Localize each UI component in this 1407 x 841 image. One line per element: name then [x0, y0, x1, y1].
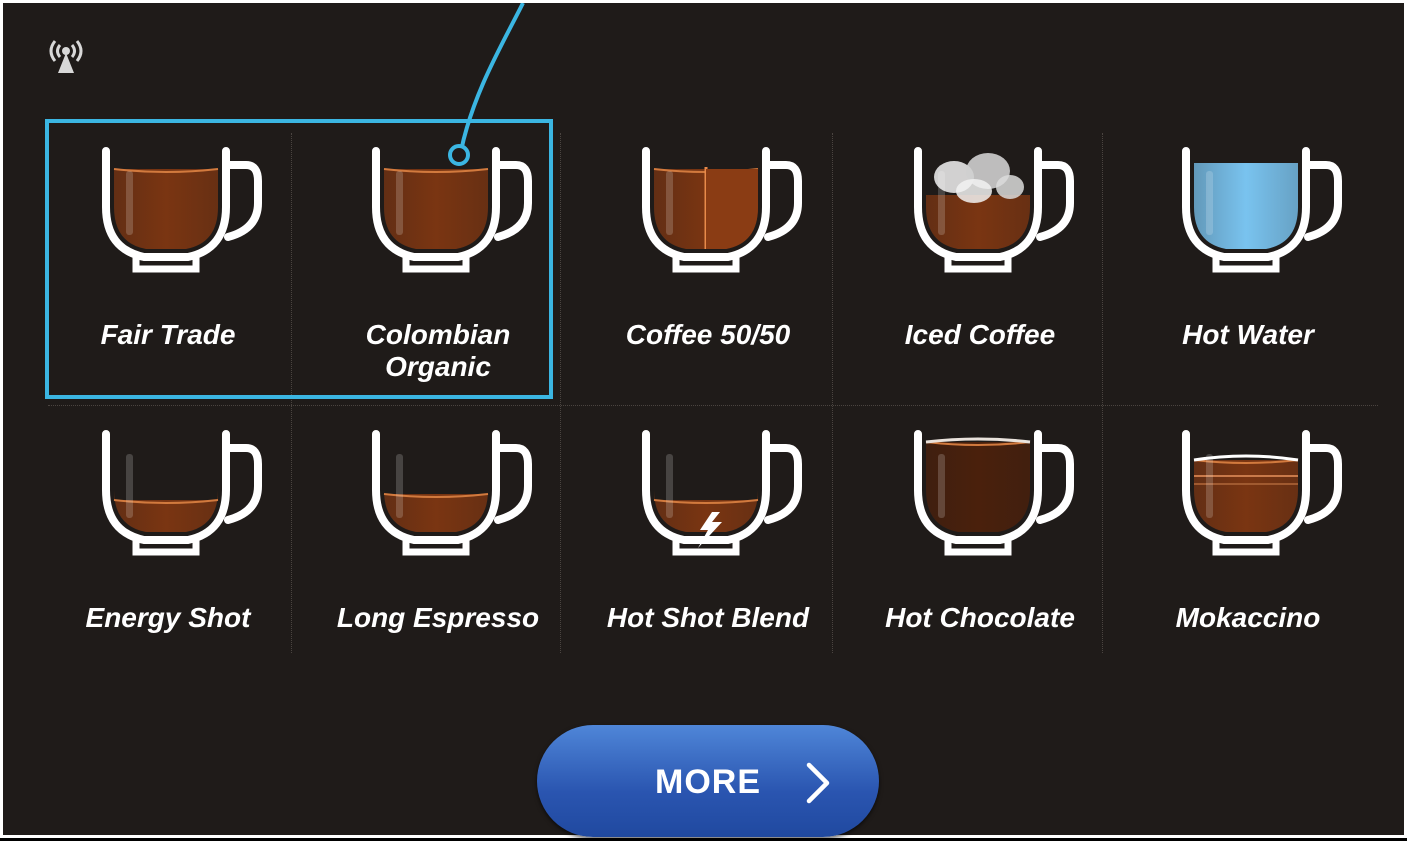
drink-tile-hot-shot-blend[interactable]: Hot Shot Blend	[588, 406, 854, 681]
drink-tile-mokaccino[interactable]: Mokaccino	[1128, 406, 1394, 681]
coffee-cup-icon	[1182, 147, 1342, 273]
drink-tile-energy-shot[interactable]: Energy Shot	[48, 406, 314, 681]
drink-tile-long-espresso[interactable]: Long Espresso	[318, 406, 584, 681]
drink-label: Long Espresso	[336, 602, 540, 633]
drink-label: Hot Water	[1182, 319, 1314, 350]
drink-tile-iced-coffee[interactable]: Iced Coffee	[860, 123, 1126, 398]
chevron-right-icon	[806, 762, 830, 804]
coffee-cup-icon	[642, 430, 802, 556]
coffee-cup-icon	[102, 430, 262, 556]
coffee-cup-icon	[642, 147, 802, 273]
drink-label: Hot Shot Blend	[606, 602, 810, 633]
coffee-cup-icon	[914, 430, 1074, 556]
drink-tile-hot-water[interactable]: Hot Water	[1128, 123, 1394, 398]
drink-label: Energy Shot	[85, 602, 251, 633]
drink-tile-colombian-organic[interactable]: Colombian Organic	[318, 123, 584, 398]
drink-tile-coffee-50-50[interactable]: Coffee 50/50	[588, 123, 854, 398]
drink-label: Hot Chocolate	[885, 602, 1075, 633]
drink-label: Mokaccino	[1175, 602, 1321, 633]
coffee-cup-icon	[372, 147, 532, 273]
drink-label: Fair Trade	[100, 319, 236, 350]
kiosk-screen: Fair Trade Colombian Organic Coffee 50/50 I…	[0, 0, 1407, 838]
coffee-cup-icon	[102, 147, 262, 273]
drink-label: Iced Coffee	[904, 319, 1056, 350]
drink-tile-fair-trade[interactable]: Fair Trade	[48, 123, 314, 398]
drink-grid: Fair Trade Colombian Organic Coffee 50/50 I…	[48, 123, 1378, 683]
coffee-cup-icon	[372, 430, 532, 556]
drink-label: Coffee 50/50	[625, 319, 791, 350]
more-button-label: MORE	[655, 763, 761, 801]
drink-tile-hot-chocolate[interactable]: Hot Chocolate	[860, 406, 1126, 681]
coffee-cup-icon	[914, 147, 1074, 273]
coffee-cup-icon	[1182, 430, 1342, 556]
drink-label: Colombian Organic	[365, 319, 511, 382]
signal-antenna-icon	[49, 40, 83, 73]
more-button[interactable]: MORE	[537, 725, 879, 837]
